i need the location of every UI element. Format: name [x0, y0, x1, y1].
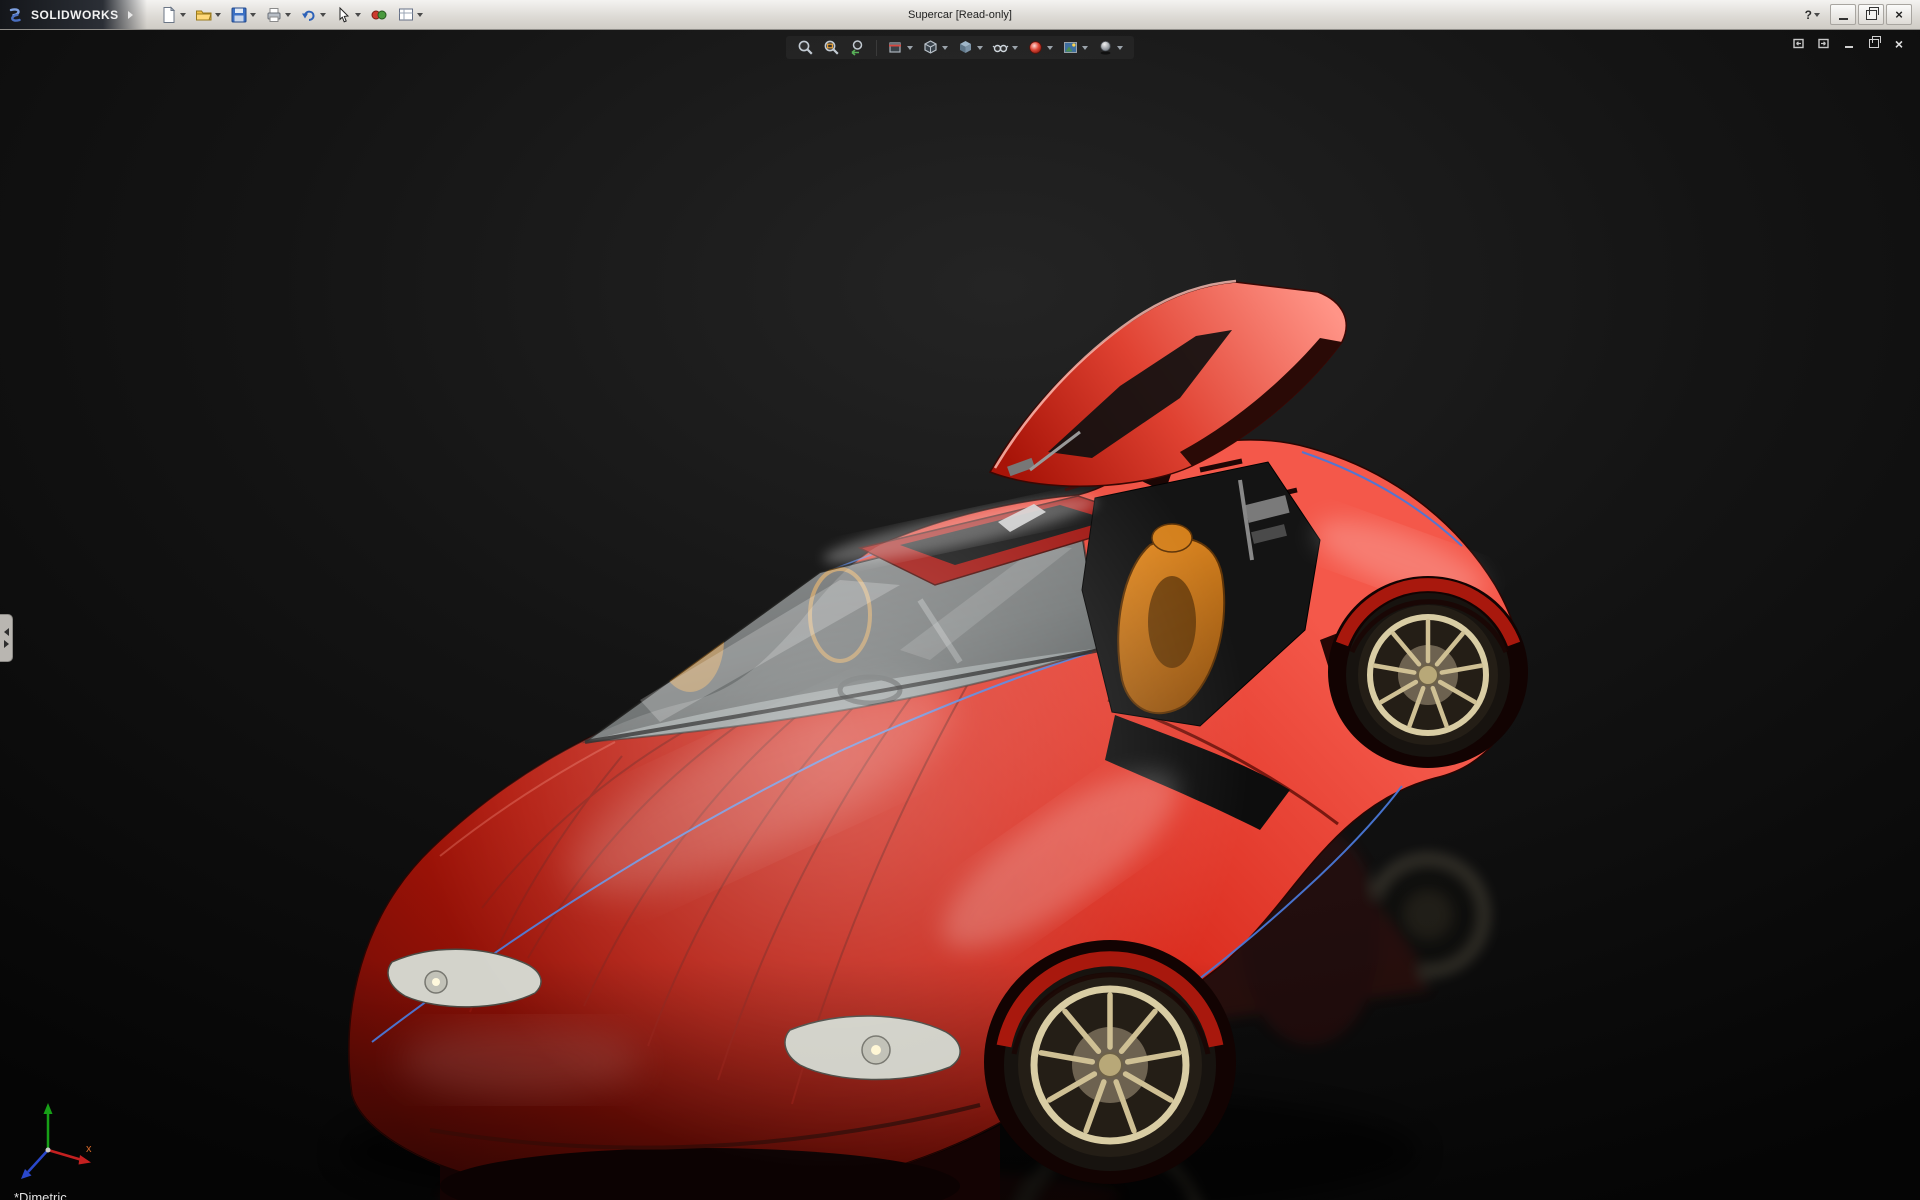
open-document-button[interactable]: [192, 4, 224, 26]
quick-access-toolbar: [157, 4, 426, 26]
triad-x-label: x: [86, 1143, 92, 1155]
solidworks-logo-icon: [9, 7, 21, 22]
featuremanager-collapsed-tab[interactable]: [0, 614, 13, 662]
zoom-to-area-button[interactable]: [822, 38, 841, 57]
document-window-controls: ×: [1790, 36, 1908, 51]
app-name: SOLIDWORKS: [31, 7, 119, 22]
view-settings-dropdown-icon[interactable]: [1117, 45, 1123, 50]
minimize-icon: [1838, 17, 1848, 20]
minimize-button[interactable]: [1830, 4, 1856, 25]
restore-document-button[interactable]: [1865, 36, 1883, 51]
zoom-to-fit-icon: [798, 40, 813, 55]
section-view-dropdown-icon[interactable]: [907, 45, 913, 50]
new-document-icon: [163, 5, 175, 23]
graphics-viewport[interactable]: x × *Dimetric: [0, 29, 1920, 1200]
view-settings-button[interactable]: [1096, 38, 1124, 57]
apply-scene-dropdown-icon[interactable]: [1082, 45, 1088, 50]
section-view-button[interactable]: [886, 38, 914, 57]
restore-icon: [1865, 6, 1879, 20]
heads-up-view-toolbar: [786, 36, 1134, 59]
headsup-separator: [876, 39, 877, 56]
save-icon: [231, 7, 247, 22]
zoom-to-area-icon: [824, 40, 839, 55]
arrange-next-icon: [1818, 38, 1829, 49]
menu-expand-arrow-icon[interactable]: [127, 10, 133, 19]
new-document-dropdown-icon[interactable]: [179, 12, 186, 17]
minimize-document-button[interactable]: [1840, 36, 1858, 51]
arrange-previous-icon: [1793, 38, 1804, 49]
previous-view-icon: [851, 40, 863, 56]
view-orientation-button[interactable]: [921, 38, 949, 57]
select-pointer-icon: [339, 6, 349, 22]
view-orientation-icon: [924, 40, 937, 54]
hide-show-items-dropdown-icon[interactable]: [1012, 45, 1018, 50]
print-dropdown-icon[interactable]: [284, 12, 291, 17]
arrange-previous-button[interactable]: [1790, 36, 1808, 51]
apply-scene-button[interactable]: [1061, 38, 1089, 57]
select-dropdown-icon[interactable]: [354, 12, 361, 17]
open-document-dropdown-icon[interactable]: [214, 12, 221, 17]
undo-button[interactable]: [297, 4, 329, 26]
help-icon: ?: [1804, 7, 1812, 22]
save-dropdown-icon[interactable]: [249, 12, 256, 17]
undo-dropdown-icon[interactable]: [319, 12, 326, 17]
undo-icon: [301, 10, 315, 21]
edit-appearance-dropdown-icon[interactable]: [1047, 45, 1053, 50]
model-canvas[interactable]: x: [0, 29, 1920, 1200]
make-drawing-icon: [398, 8, 413, 20]
window-controls: ×: [1830, 4, 1912, 25]
edit-appearance-icon: [1029, 41, 1042, 54]
zoom-to-fit-button[interactable]: [796, 38, 815, 57]
help-button[interactable]: ?: [1801, 6, 1824, 24]
section-view-icon: [889, 42, 901, 53]
close-icon: ×: [1895, 7, 1903, 22]
print-icon: [267, 7, 281, 22]
titlebar-right-controls: ? ×: [1801, 4, 1920, 25]
rear-wheel[interactable]: [1346, 593, 1510, 757]
arrange-next-button[interactable]: [1815, 36, 1833, 51]
save-button[interactable]: [227, 4, 259, 26]
display-style-dropdown-icon[interactable]: [977, 45, 983, 50]
restore-button[interactable]: [1858, 4, 1884, 25]
help-dropdown-icon[interactable]: [1814, 12, 1820, 17]
hide-show-items-icon: [992, 44, 1009, 53]
new-document-button[interactable]: [157, 4, 189, 26]
edit-color-button[interactable]: [367, 4, 391, 26]
apply-scene-icon: [1064, 42, 1077, 53]
print-button[interactable]: [262, 4, 294, 26]
make-drawing-button[interactable]: [394, 4, 426, 26]
minimize-document-icon: [1845, 46, 1853, 48]
featuremanager-expand-left-icon: [3, 628, 9, 636]
close-document-button[interactable]: ×: [1890, 36, 1908, 51]
view-orientation-label: *Dimetric: [14, 1190, 67, 1200]
make-drawing-dropdown-icon[interactable]: [416, 12, 423, 17]
hide-show-items-button[interactable]: [991, 38, 1019, 57]
title-bar[interactable]: SOLIDWORKS Supercar [Read-only] ? ×: [0, 0, 1920, 30]
display-style-button[interactable]: [956, 38, 984, 57]
previous-view-button[interactable]: [848, 38, 867, 57]
select-button[interactable]: [332, 4, 364, 26]
display-style-icon: [960, 41, 971, 53]
open-document-icon: [195, 10, 212, 20]
restore-document-icon: [1869, 36, 1881, 48]
view-orientation-dropdown-icon[interactable]: [942, 45, 948, 50]
view-settings-icon: [1100, 40, 1111, 55]
close-document-icon: ×: [1894, 35, 1904, 52]
featuremanager-expand-right-icon: [3, 640, 9, 648]
solidworks-logo: SOLIDWORKS: [0, 0, 147, 29]
edit-appearance-button[interactable]: [1026, 38, 1054, 57]
close-button[interactable]: ×: [1886, 4, 1912, 25]
edit-color-icon: [371, 10, 387, 19]
